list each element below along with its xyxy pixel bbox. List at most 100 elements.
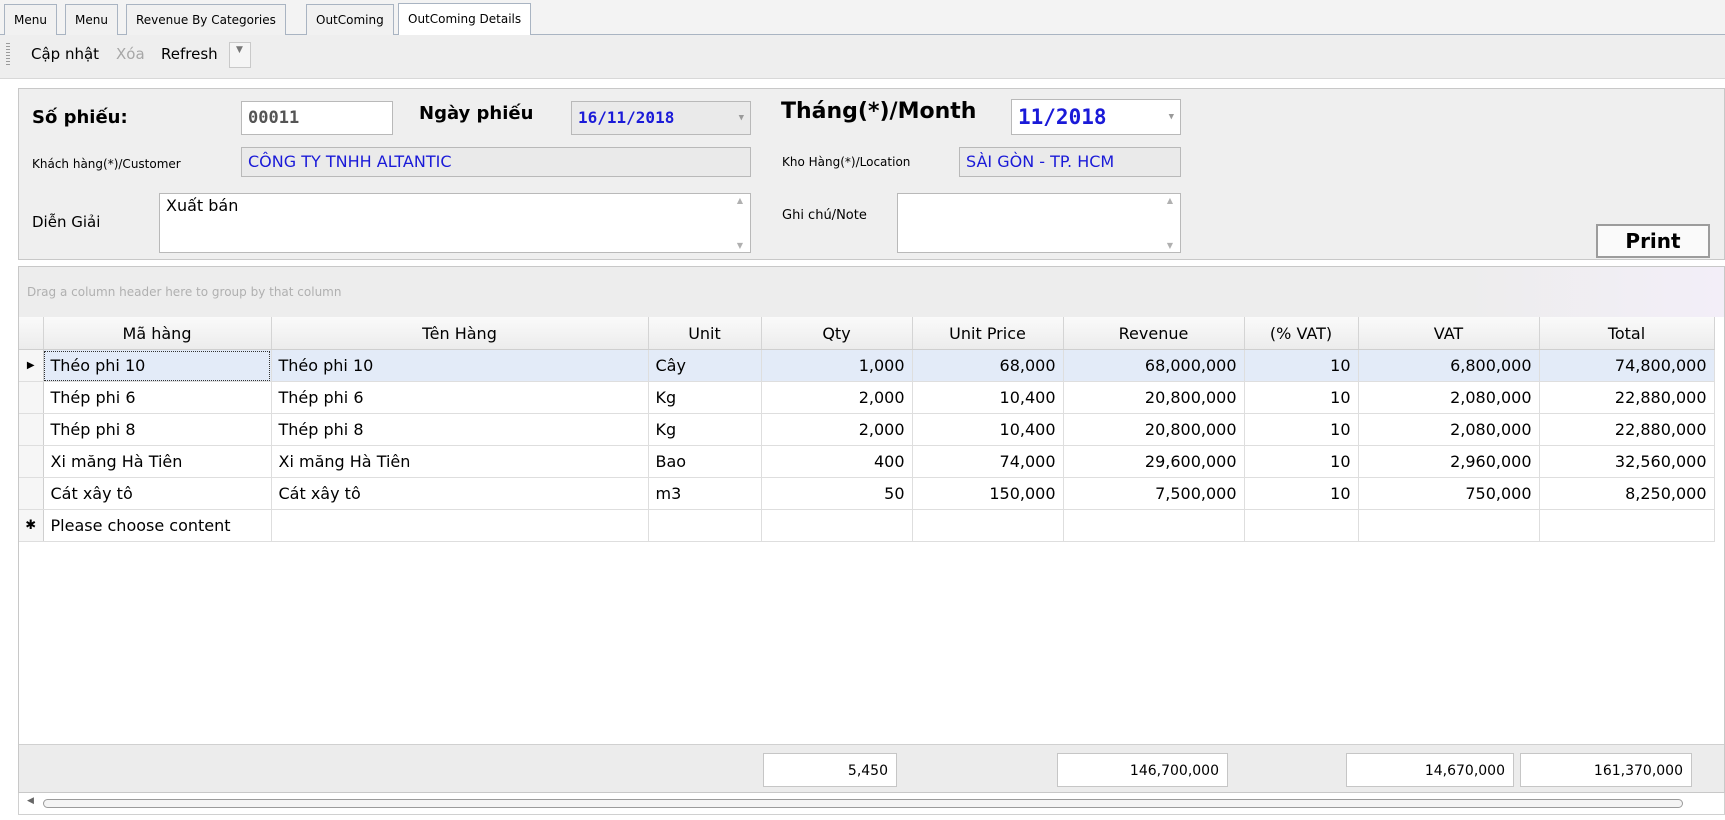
- table-cell[interactable]: Xi măng Hà Tiên: [43, 445, 272, 478]
- column-header[interactable]: Revenue: [1063, 317, 1245, 350]
- table-cell[interactable]: Xi măng Hà Tiên: [271, 445, 649, 478]
- table-cell[interactable]: 10: [1244, 445, 1359, 478]
- new-row-cell[interactable]: [1358, 509, 1540, 542]
- table-cell[interactable]: 68,000: [912, 349, 1064, 382]
- table-cell[interactable]: 74,000: [912, 445, 1064, 478]
- table-cell[interactable]: 10,400: [912, 381, 1064, 414]
- table-cell[interactable]: Théo phi 10: [271, 349, 649, 382]
- dien-giai-textarea[interactable]: Xuất bán ▲ ▼: [159, 193, 751, 253]
- table-cell[interactable]: Thép phi 6: [43, 381, 272, 414]
- new-row-cell[interactable]: [761, 509, 913, 542]
- table-cell[interactable]: 10: [1244, 381, 1359, 414]
- table-cell[interactable]: Kg: [648, 413, 762, 446]
- table-cell[interactable]: 750,000: [1358, 477, 1540, 510]
- update-button[interactable]: Cập nhật: [31, 41, 99, 67]
- table-cell[interactable]: Bao: [648, 445, 762, 478]
- table-cell[interactable]: 20,800,000: [1063, 381, 1245, 414]
- tab-revenue-by-categories[interactable]: Revenue By Categories: [126, 4, 286, 35]
- table-cell[interactable]: 22,880,000: [1539, 381, 1715, 414]
- table-cell[interactable]: 2,960,000: [1358, 445, 1540, 478]
- table-cell[interactable]: Cây: [648, 349, 762, 382]
- table-cell[interactable]: 10: [1244, 349, 1359, 382]
- table-cell[interactable]: 10: [1244, 413, 1359, 446]
- tab-menu-2[interactable]: Menu: [65, 4, 118, 35]
- ngay-phieu-date-field[interactable]: 16/11/2018 ▼: [571, 101, 751, 135]
- new-item-row[interactable]: ✱ Please choose content: [19, 509, 1715, 542]
- table-cell[interactable]: 22,880,000: [1539, 413, 1715, 446]
- tab-outcoming[interactable]: OutComing: [306, 4, 394, 35]
- column-header[interactable]: Qty: [761, 317, 913, 350]
- table-cell[interactable]: 68,000,000: [1063, 349, 1245, 382]
- table-cell[interactable]: Cát xây tô: [271, 477, 649, 510]
- print-button[interactable]: Print: [1596, 224, 1710, 258]
- table-cell[interactable]: 1,000: [761, 349, 913, 382]
- table-cell[interactable]: 74,800,000: [1539, 349, 1715, 382]
- table-cell[interactable]: 7,500,000: [1063, 477, 1245, 510]
- toolbar-overflow-dropdown[interactable]: ▼: [229, 42, 251, 68]
- group-panel[interactable]: Drag a column header here to group by th…: [19, 267, 1724, 317]
- table-row[interactable]: ▶ Théo phi 10 Théo phi 10 Cây 1,000 68,0…: [19, 349, 1715, 382]
- new-row-cell[interactable]: [1539, 509, 1715, 542]
- table-cell[interactable]: 32,560,000: [1539, 445, 1715, 478]
- scroll-down-icon[interactable]: ▼: [732, 241, 748, 250]
- column-header[interactable]: Unit: [648, 317, 762, 350]
- table-cell[interactable]: Thép phi 8: [43, 413, 272, 446]
- column-header[interactable]: VAT: [1358, 317, 1540, 350]
- column-header[interactable]: Unit Price: [912, 317, 1064, 350]
- toolbar-grip[interactable]: [6, 43, 10, 65]
- scroll-up-icon[interactable]: ▲: [1162, 196, 1178, 205]
- location-field[interactable]: SÀI GÒN - TP. HCM: [959, 147, 1181, 177]
- table-cell[interactable]: 2,080,000: [1358, 413, 1540, 446]
- scroll-up-icon[interactable]: ▲: [732, 196, 748, 205]
- new-row-cell[interactable]: [648, 509, 762, 542]
- table-cell[interactable]: m3: [648, 477, 762, 510]
- column-header[interactable]: Tên Hàng: [271, 317, 649, 350]
- textarea-scrollbar[interactable]: ▲ ▼: [1162, 196, 1178, 250]
- textarea-scrollbar[interactable]: ▲ ▼: [732, 196, 748, 250]
- thang-month-field[interactable]: 11/2018 ▼: [1011, 99, 1181, 135]
- chevron-down-icon[interactable]: ▼: [1169, 100, 1174, 134]
- customer-field[interactable]: CÔNG TY TNHH ALTANTIC: [241, 147, 751, 177]
- table-cell[interactable]: 10,400: [912, 413, 1064, 446]
- new-row-cell[interactable]: [1063, 509, 1245, 542]
- new-row-cell[interactable]: [271, 509, 649, 542]
- column-header[interactable]: Mã hàng: [43, 317, 272, 350]
- scroll-left-icon[interactable]: ◀: [27, 796, 34, 806]
- table-cell[interactable]: Cát xây tô: [43, 477, 272, 510]
- column-header[interactable]: (% VAT): [1244, 317, 1359, 350]
- table-cell[interactable]: 8,250,000: [1539, 477, 1715, 510]
- refresh-button[interactable]: Refresh: [161, 41, 218, 67]
- table-cell[interactable]: 20,800,000: [1063, 413, 1245, 446]
- chevron-down-icon[interactable]: ▼: [739, 102, 744, 134]
- new-row-cell[interactable]: [912, 509, 1064, 542]
- horizontal-scrollbar[interactable]: ◀: [18, 793, 1725, 815]
- grand-total: 161,370,000: [1520, 753, 1692, 787]
- scroll-down-icon[interactable]: ▼: [1162, 241, 1178, 250]
- new-row-cell[interactable]: Please choose content: [43, 509, 272, 542]
- new-row-cell[interactable]: [1244, 509, 1359, 542]
- scrollbar-thumb[interactable]: [43, 799, 1683, 808]
- table-cell[interactable]: 6,800,000: [1358, 349, 1540, 382]
- tab-menu-1[interactable]: Menu: [4, 4, 57, 35]
- table-row[interactable]: Thép phi 8 Thép phi 8 Kg 2,000 10,400 20…: [19, 413, 1715, 446]
- table-cell[interactable]: Thép phi 6: [271, 381, 649, 414]
- table-cell[interactable]: 29,600,000: [1063, 445, 1245, 478]
- so-phieu-field[interactable]: 00011: [241, 101, 393, 135]
- delete-button[interactable]: Xóa: [116, 41, 145, 67]
- table-row[interactable]: Cát xây tô Cát xây tô m3 50 150,000 7,50…: [19, 477, 1715, 510]
- table-row[interactable]: Thép phi 6 Thép phi 6 Kg 2,000 10,400 20…: [19, 381, 1715, 414]
- table-cell[interactable]: 2,000: [761, 413, 913, 446]
- table-cell[interactable]: Kg: [648, 381, 762, 414]
- table-cell[interactable]: Thép phi 8: [271, 413, 649, 446]
- table-cell[interactable]: 2,080,000: [1358, 381, 1540, 414]
- table-cell[interactable]: 10: [1244, 477, 1359, 510]
- table-cell[interactable]: 50: [761, 477, 913, 510]
- table-cell[interactable]: 2,000: [761, 381, 913, 414]
- table-cell[interactable]: 400: [761, 445, 913, 478]
- column-header[interactable]: Total: [1539, 317, 1715, 350]
- table-cell[interactable]: Théo phi 10: [43, 349, 272, 382]
- table-row[interactable]: Xi măng Hà Tiên Xi măng Hà Tiên Bao 400 …: [19, 445, 1715, 478]
- table-cell[interactable]: 150,000: [912, 477, 1064, 510]
- ghi-chu-textarea[interactable]: ▲ ▼: [897, 193, 1181, 253]
- tab-outcoming-details[interactable]: OutComing Details: [398, 3, 532, 35]
